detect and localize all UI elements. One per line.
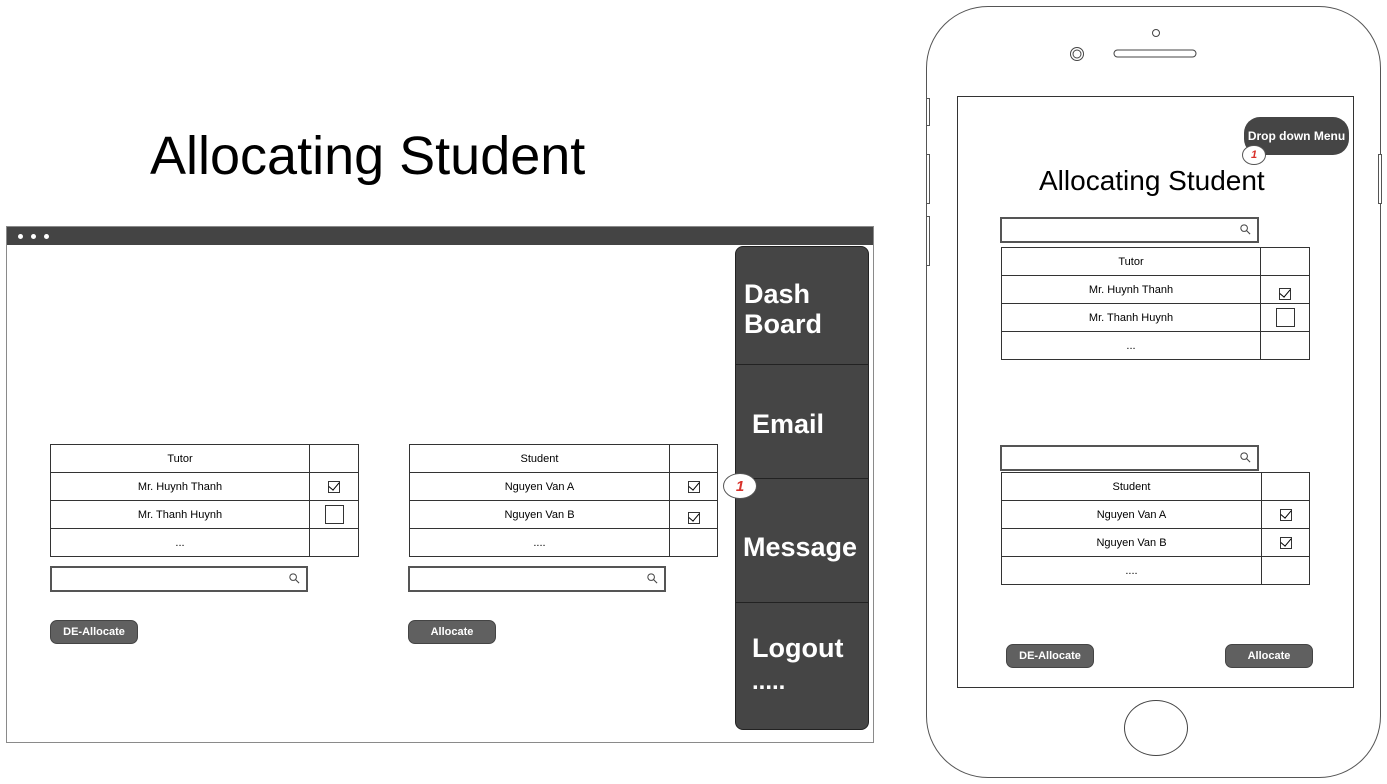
student-search-input[interactable] (408, 566, 666, 592)
tutor-search-input[interactable] (1000, 217, 1259, 243)
student-name: Nguyen Van A (1001, 500, 1262, 529)
checkbox-unchecked[interactable] (324, 505, 344, 524)
table-header-row: Tutor (50, 444, 359, 473)
student-table: Student Nguyen Van A Nguyen Van B .... (409, 444, 718, 557)
tutor-name: Mr. Huynh Thanh (50, 472, 310, 501)
tutor-column-header: Tutor (1001, 247, 1261, 276)
window-dot-icon[interactable] (44, 234, 49, 239)
tutor-name: ... (1001, 331, 1261, 360)
allocate-button[interactable]: Allocate (1225, 644, 1313, 668)
student-search-input[interactable] (1000, 445, 1259, 471)
phone-side-button (926, 216, 930, 266)
checkbox-checked[interactable] (1279, 508, 1292, 521)
search-icon (647, 573, 658, 584)
search-icon (289, 573, 300, 584)
search-icon (1240, 452, 1251, 463)
student-name: Nguyen Van B (1001, 528, 1262, 557)
table-header-row: Student (1001, 472, 1310, 501)
menu-more-label: ..... (752, 668, 786, 695)
table-row: ... (1001, 331, 1310, 360)
student-table: Student Nguyen Van A Nguyen Van B .... (1001, 472, 1310, 585)
table-row[interactable]: Nguyen Van A (409, 472, 718, 501)
tutor-name: Mr. Huynh Thanh (1001, 275, 1261, 304)
tutor-column-header: Tutor (50, 444, 310, 473)
table-row[interactable]: Mr. Huynh Thanh (1001, 275, 1310, 304)
checkbox-unchecked[interactable] (1275, 308, 1295, 327)
table-row: .... (409, 528, 718, 557)
student-name: Nguyen Van B (409, 500, 670, 529)
table-row[interactable]: Mr. Huynh Thanh (50, 472, 359, 501)
tutor-search-input[interactable] (50, 566, 308, 592)
phone-page-title: Allocating Student (1039, 165, 1265, 196)
phone-side-button (926, 154, 930, 204)
checkbox-checked[interactable] (1279, 536, 1292, 549)
tutor-name: Mr. Thanh Huynh (1001, 303, 1261, 332)
table-row[interactable]: Nguyen Van B (1001, 528, 1310, 557)
window-dot-icon[interactable] (31, 234, 36, 239)
menu-item-message[interactable]: Message (736, 479, 868, 603)
table-row: .... (1001, 556, 1310, 585)
menu-item-label: Board (744, 309, 823, 339)
deallocate-button[interactable]: DE-Allocate (50, 620, 138, 644)
table-header-row: Tutor (1001, 247, 1310, 276)
student-column-header: Student (409, 444, 670, 473)
deallocate-button[interactable]: DE-Allocate (1006, 644, 1094, 668)
menu-item-label: Dash (744, 279, 811, 309)
checkbox-column-header (1261, 472, 1310, 501)
checkbox-checked[interactable] (1279, 287, 1291, 300)
student-name: Nguyen Van A (409, 472, 670, 501)
checkbox-column-header (309, 444, 359, 473)
table-row[interactable]: Mr. Thanh Huynh (50, 500, 359, 529)
checkbox-checked[interactable] (328, 480, 340, 493)
annotation-badge: 1 (1242, 145, 1266, 165)
menu-item-email[interactable]: Email (736, 365, 868, 479)
menu-item-dashboard[interactable]: Dash Board (736, 247, 868, 365)
table-row: ... (50, 528, 359, 557)
browser-title-bar (7, 227, 873, 245)
student-column-header: Student (1001, 472, 1262, 501)
menu-item-label: Logout (752, 633, 844, 663)
phone-side-button (1378, 154, 1382, 204)
table-row[interactable]: Nguyen Van A (1001, 500, 1310, 529)
menu-item-label: Message (743, 532, 858, 562)
page-title: Allocating Student (150, 126, 586, 186)
phone-home-button[interactable] (1124, 700, 1188, 756)
tutor-table: Tutor Mr. Huynh Thanh Mr. Thanh Huynh ..… (50, 444, 359, 557)
table-row[interactable]: Nguyen Van B (409, 500, 718, 529)
student-name: .... (409, 528, 670, 557)
window-dot-icon[interactable] (18, 234, 23, 239)
table-row[interactable]: Mr. Thanh Huynh (1001, 303, 1310, 332)
tutor-name: ... (50, 528, 310, 557)
search-icon (1240, 224, 1251, 235)
tutor-table: Tutor Mr. Huynh Thanh Mr. Thanh Huynh ..… (1001, 247, 1310, 360)
menu-item-logout[interactable]: Logout ..... (736, 603, 868, 729)
checkbox-column-header (1260, 247, 1310, 276)
checkbox-column-header (669, 444, 718, 473)
annotation-badge: 1 (723, 473, 757, 499)
tutor-name: Mr. Thanh Huynh (50, 500, 310, 529)
phone-side-button (926, 98, 930, 126)
phone-earpiece-icon (1070, 29, 1197, 61)
checkbox-checked[interactable] (687, 480, 700, 493)
student-name: .... (1001, 556, 1262, 585)
checkbox-checked[interactable] (687, 511, 700, 524)
allocate-button[interactable]: Allocate (408, 620, 496, 644)
menu-item-label: Email (752, 409, 825, 439)
table-header-row: Student (409, 444, 718, 473)
